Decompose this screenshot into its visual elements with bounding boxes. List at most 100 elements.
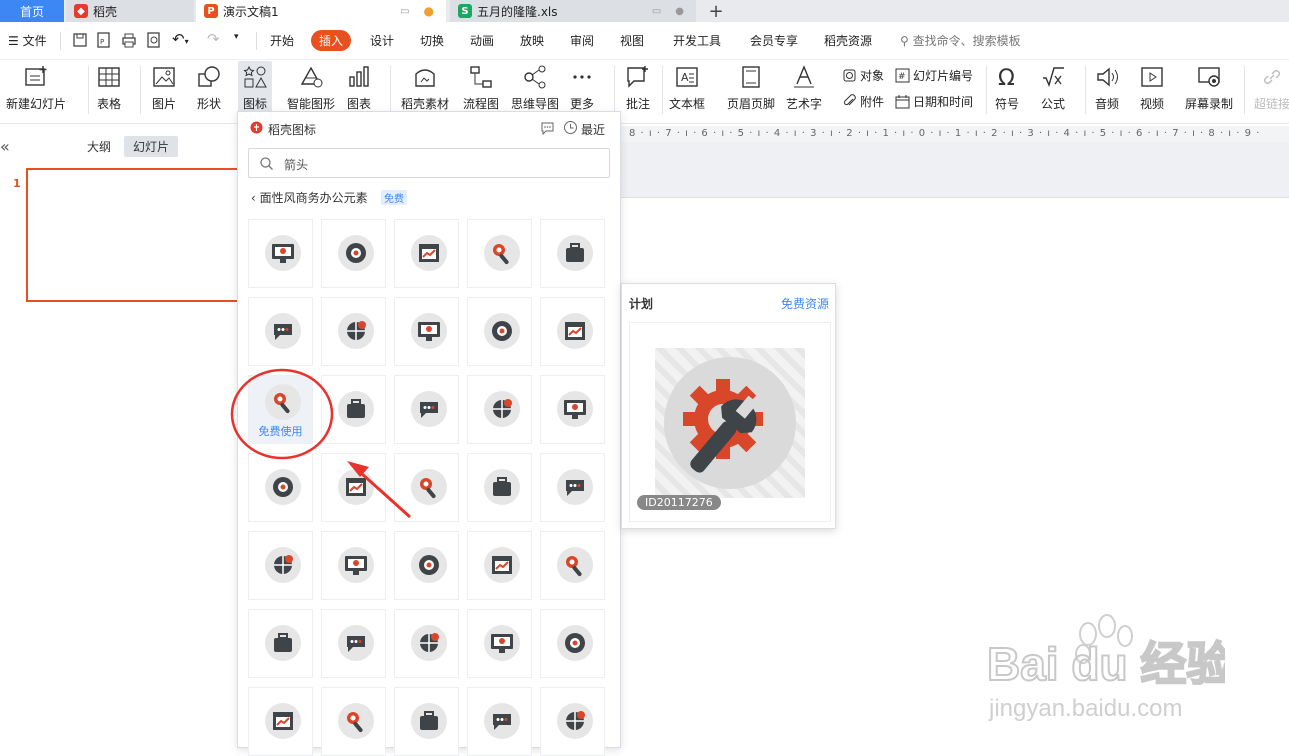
- icon-tile[interactable]: [394, 297, 459, 366]
- screen-record-label: 屏幕录制: [1185, 97, 1234, 111]
- mindmap-button[interactable]: 思维导图: [511, 64, 559, 112]
- audio-button[interactable]: 音频: [1094, 64, 1120, 112]
- daoke-material-button[interactable]: 稻壳素材: [401, 64, 449, 112]
- textbox-button[interactable]: A 文本框: [669, 64, 705, 112]
- object-button[interactable]: 对象: [842, 67, 884, 84]
- picture-icon: [153, 67, 175, 87]
- tab-home[interactable]: 首页: [0, 0, 64, 22]
- smart-graphic-button[interactable]: 智能图形: [287, 64, 335, 112]
- collapse-pane-icon[interactable]: «: [0, 137, 10, 156]
- icon-tile[interactable]: [248, 687, 313, 756]
- category-breadcrumb[interactable]: ‹ 面性风商务办公元素: [251, 189, 368, 206]
- tab-presentation[interactable]: P 演示文稿1 ▭ ●: [196, 0, 446, 22]
- menu-design[interactable]: 设计: [370, 32, 394, 49]
- date-time-button[interactable]: 日期和时间: [895, 93, 973, 110]
- icon-tile[interactable]: [540, 609, 605, 678]
- feedback-chat-icon[interactable]: [540, 120, 555, 135]
- picture-label: 图片: [151, 97, 176, 111]
- recent-button[interactable]: 最近: [581, 121, 605, 138]
- menu-review[interactable]: 审阅: [570, 32, 594, 49]
- icon-tile[interactable]: [467, 687, 532, 756]
- icon-tile[interactable]: [467, 375, 532, 444]
- menu-transition[interactable]: 切换: [420, 32, 444, 49]
- menu-developer[interactable]: 开发工具: [673, 32, 721, 49]
- free-resource-link[interactable]: 免费资源: [781, 295, 829, 312]
- symbol-button[interactable]: Ω 符号: [994, 64, 1020, 112]
- new-slide-button[interactable]: 新建幻灯片: [6, 64, 66, 112]
- slides-tab[interactable]: 幻灯片: [124, 136, 179, 157]
- icon-tile[interactable]: [248, 531, 313, 600]
- menu-daoke-resources[interactable]: 稻壳资源: [824, 32, 872, 49]
- menu-start[interactable]: 开始: [270, 32, 294, 49]
- icon-tile[interactable]: [540, 375, 605, 444]
- slide-thumbnail[interactable]: [26, 168, 241, 302]
- icon-tile[interactable]: [321, 531, 386, 600]
- tab-spreadsheet[interactable]: S 五月的隆隆.xls ▭ ●: [450, 0, 696, 22]
- search-icon: ⚲: [900, 34, 909, 48]
- picture-button[interactable]: 图片: [151, 64, 177, 112]
- redo-icon[interactable]: ↷: [207, 30, 220, 48]
- quick-access-dropdown-icon[interactable]: ▾: [234, 32, 239, 42]
- shape-button[interactable]: 形状: [196, 64, 222, 112]
- slide-number-button[interactable]: # 幻灯片编号: [895, 67, 973, 84]
- wordart-button[interactable]: 艺术字: [786, 64, 822, 112]
- hyperlink-button[interactable]: 超链接: [1254, 64, 1289, 112]
- menu-member[interactable]: 会员专享: [750, 32, 798, 49]
- icon-tile[interactable]: [394, 687, 459, 756]
- icon-tile[interactable]: [394, 531, 459, 600]
- menu-insert[interactable]: 插入: [311, 30, 352, 51]
- icon-tile[interactable]: [248, 609, 313, 678]
- icon-tile[interactable]: [467, 531, 532, 600]
- comment-button[interactable]: 批注: [625, 64, 651, 112]
- icon-tile[interactable]: [394, 609, 459, 678]
- icon-tile[interactable]: [467, 609, 532, 678]
- icon-tile[interactable]: [321, 609, 386, 678]
- icon-tile[interactable]: [321, 297, 386, 366]
- screen-record-button[interactable]: 屏幕录制: [1185, 64, 1233, 112]
- divider: [986, 66, 987, 114]
- icon-tile[interactable]: [540, 297, 605, 366]
- omega-symbol-icon: Ω: [998, 66, 1015, 90]
- icon-tile[interactable]: [467, 297, 532, 366]
- window-mode-icon[interactable]: ▭: [652, 6, 661, 17]
- icon-tile[interactable]: [321, 219, 386, 288]
- icon-tile[interactable]: [540, 453, 605, 522]
- more-button[interactable]: 更多: [569, 64, 595, 112]
- icon-tile[interactable]: [540, 687, 605, 756]
- insert-ribbon: 新建幻灯片 表格 图片 形状 图标 智能图形 图表 稻壳素材 流程图 思维导图 …: [0, 60, 1289, 124]
- window-mode-icon[interactable]: ▭: [400, 6, 409, 17]
- icon-tile[interactable]: [540, 219, 605, 288]
- icon-tile[interactable]: [467, 219, 532, 288]
- save-icon[interactable]: [72, 32, 88, 48]
- export-pdf-icon[interactable]: P: [96, 32, 112, 48]
- menu-view[interactable]: 视图: [620, 32, 644, 49]
- icon-tile[interactable]: [248, 219, 313, 288]
- attachment-button[interactable]: 附件: [842, 93, 884, 110]
- icon-tile[interactable]: [394, 219, 459, 288]
- icon-tile[interactable]: [248, 297, 313, 366]
- table-button[interactable]: 表格: [96, 64, 122, 112]
- chart-button[interactable]: 图表: [346, 64, 372, 112]
- undo-icon[interactable]: ↶▾: [172, 30, 189, 48]
- tab-daoke[interactable]: ◆ 稻壳: [66, 0, 194, 22]
- formula-button[interactable]: 公式: [1040, 64, 1066, 112]
- data-window-icon: [493, 244, 509, 265]
- window-wrench-icon: [420, 711, 438, 730]
- flowchart-button[interactable]: 流程图: [463, 64, 499, 112]
- icon-search-input[interactable]: 箭头: [248, 148, 610, 178]
- video-button[interactable]: 视频: [1139, 64, 1165, 112]
- print-icon[interactable]: [121, 32, 137, 48]
- icon-tile[interactable]: [467, 453, 532, 522]
- file-menu[interactable]: ☰ 文件: [8, 32, 47, 49]
- person-shovel-icon: [493, 399, 512, 418]
- new-tab-button[interactable]: +: [704, 0, 728, 22]
- header-footer-button[interactable]: 页眉页脚: [727, 64, 775, 112]
- menu-slideshow[interactable]: 放映: [520, 32, 544, 49]
- icon-tile[interactable]: [321, 687, 386, 756]
- svg-text:P: P: [100, 38, 104, 46]
- icon-tile[interactable]: [540, 531, 605, 600]
- command-search[interactable]: ⚲ 查找命令、搜索模板: [900, 32, 1021, 49]
- menu-animation[interactable]: 动画: [470, 32, 494, 49]
- print-preview-icon[interactable]: [146, 32, 162, 48]
- outline-tab[interactable]: 大纲: [87, 138, 111, 155]
